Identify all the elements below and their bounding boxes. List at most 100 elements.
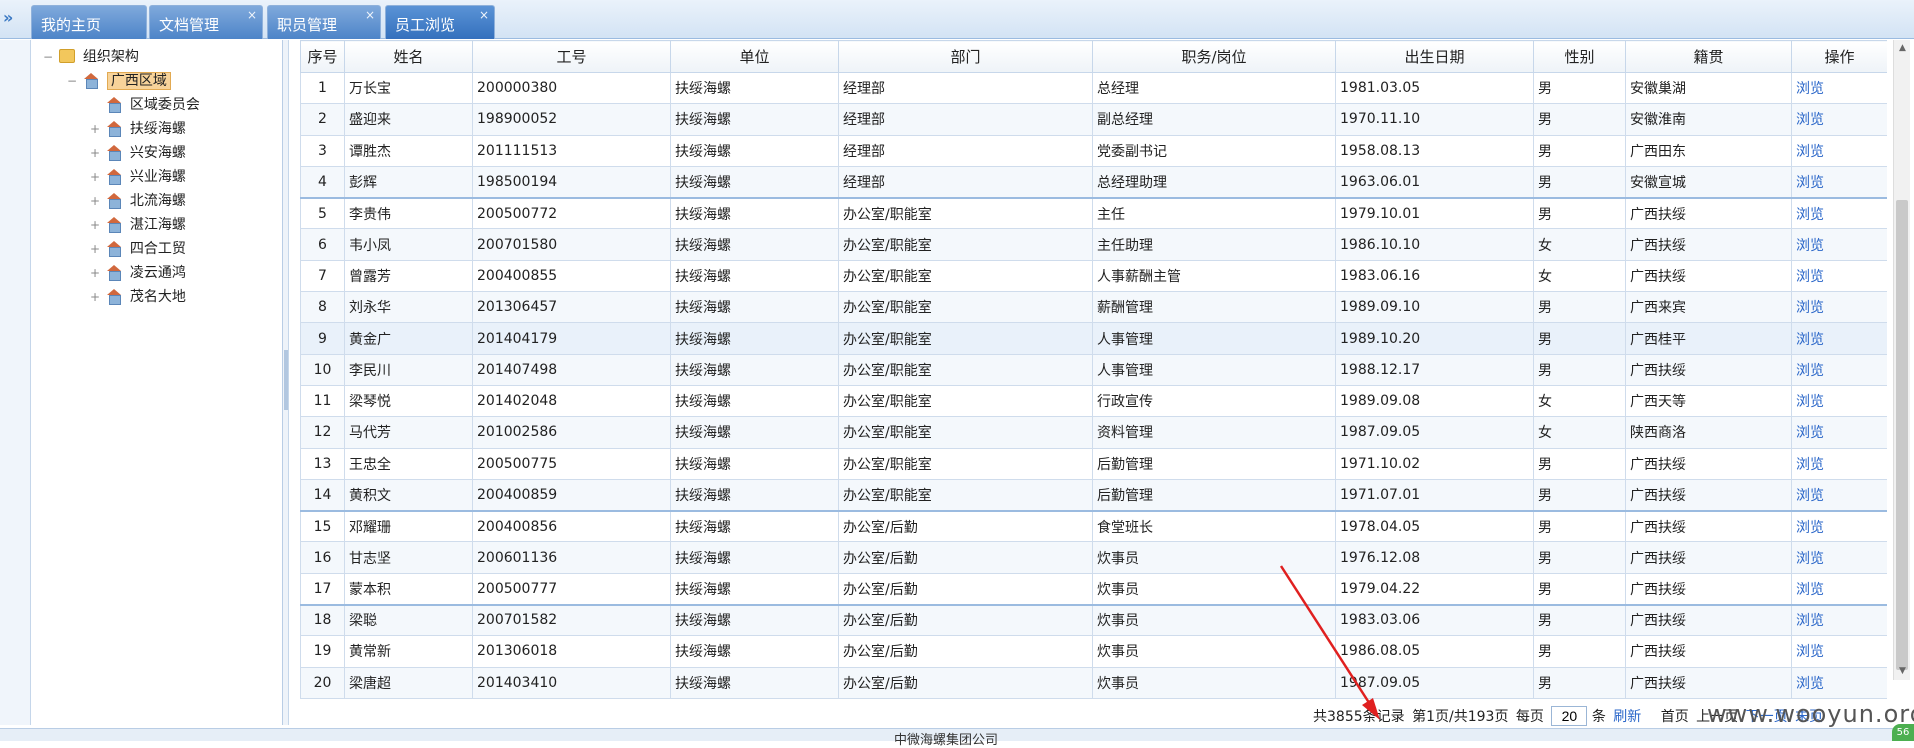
tab-home[interactable]: 我的主页 [31,5,147,39]
browse-link[interactable]: 浏览 [1796,238,1824,254]
browse-link[interactable]: 浏览 [1796,363,1824,379]
table-cell: 男 [1533,196,1626,230]
expand-icon[interactable]: + [88,286,102,308]
tree-node-company[interactable]: + 凌云通鸿 [88,262,186,284]
per-page-input[interactable] [1551,706,1588,726]
collapse-icon[interactable]: − [41,46,55,68]
browse-link[interactable]: 浏览 [1796,676,1824,692]
table-row[interactable]: 10 李民川 201407498 扶绥海螺 办公室/职能室 人事管理 1988.12.17 男… [300,353,1887,386]
table-row[interactable]: 7 曾露芳 200400855 扶绥海螺 办公室/职能室 人事薪酬主管 1983.06.16… [300,259,1887,293]
browse-link[interactable]: 浏览 [1796,112,1824,128]
expand-icon[interactable]: + [88,238,102,260]
tree-node-region[interactable]: − 广西区域 [65,70,171,92]
browse-link[interactable]: 浏览 [1796,332,1824,348]
column-header[interactable]: 单位 [670,40,839,73]
table-row[interactable]: 16 甘志坚 200601136 扶绥海螺 办公室/后勤 炊事员 1976.12.08 男广西… [300,541,1887,574]
close-icon[interactable]: × [247,8,257,22]
panel-splitter[interactable] [283,40,289,725]
table-cell: 17 [300,572,345,606]
expand-icon[interactable]: + [88,190,102,212]
column-header[interactable]: 工号 [472,40,671,73]
column-header[interactable]: 序号 [300,40,345,73]
close-icon[interactable]: × [365,8,375,22]
table-row[interactable]: 9 黄金广 201404179 扶绥海螺 办公室/职能室 人事管理 1989.10.20 男广… [300,322,1887,355]
table-row[interactable]: 12 马代芳 201002586 扶绥海螺 办公室/职能室 资料管理 1987.09.05 女… [300,416,1887,449]
table-row[interactable]: 11 梁琴悦 201402048 扶绥海螺 办公室/职能室 行政宣传 1989.09.08 女… [300,384,1887,418]
table-cell: 15 [300,509,345,543]
table-row[interactable]: 20 梁唐超 201403410 扶绥海螺 办公室/后勤 炊事员 1987.09.05 男广西… [300,666,1887,699]
browse-link[interactable]: 浏览 [1796,144,1824,160]
expand-icon[interactable]: + [88,214,102,236]
tree-node-company[interactable]: + 扶绥海螺 [88,118,186,140]
browse-link[interactable]: 浏览 [1796,644,1824,660]
tree-node-company[interactable]: + 北流海螺 [88,190,186,212]
column-header[interactable]: 职务/岗位 [1092,40,1336,73]
browse-link[interactable]: 浏览 [1796,613,1824,629]
browse-link[interactable]: 浏览 [1796,520,1824,536]
table-cell: 黄常新 [344,635,473,668]
tree-node-root[interactable]: − 组织架构 [41,46,139,68]
tree-node-company[interactable]: + 四合工贸 [88,238,186,260]
scroll-down-icon[interactable]: ▼ [1894,663,1911,680]
browse-link[interactable]: 浏览 [1796,488,1824,504]
scroll-thumb[interactable] [1896,200,1908,670]
collapse-icon[interactable]: − [65,70,79,92]
table-row[interactable]: 17 蒙本积 200500777 扶绥海螺 办公室/后勤 炊事员 1979.04.22 男广西… [300,572,1887,606]
browse-link[interactable]: 浏览 [1796,81,1824,97]
table-row[interactable]: 13 王忠全 200500775 扶绥海螺 办公室/职能室 后勤管理 1971.10.02 男… [300,447,1887,480]
browse-link[interactable]: 浏览 [1796,425,1824,441]
table-cell: 4 [300,165,345,199]
tree-node-company[interactable]: + 兴业海螺 [88,166,186,188]
refresh-link[interactable]: 刷新 [1613,709,1641,725]
browse-link[interactable]: 浏览 [1796,457,1824,473]
column-header[interactable]: 部门 [838,40,1093,73]
browse-link[interactable]: 浏览 [1796,300,1824,316]
tree-node-company[interactable]: + 茂名大地 [88,286,186,308]
table-row[interactable]: 4 彭辉 198500194 扶绥海螺 经理部 总经理助理 1963.06.01 男安徽宣城浏… [300,165,1887,199]
browse-link[interactable]: 浏览 [1796,269,1824,285]
first-page-link[interactable]: 首页 [1661,709,1689,725]
tree-node-company[interactable]: 区域委员会 [88,94,200,116]
splitter-grip[interactable] [284,350,288,410]
close-icon[interactable]: × [479,8,489,22]
browse-link[interactable]: 浏览 [1796,175,1824,191]
table-cell: 刘永华 [344,291,473,324]
table-row[interactable]: 19 黄常新 201306018 扶绥海螺 办公室/后勤 炊事员 1986.08.05 男广西… [300,635,1887,668]
table-row[interactable]: 8 刘永华 201306457 扶绥海螺 办公室/职能室 薪酬管理 1989.09.10 男广… [300,291,1887,324]
table-cell: 1983.06.16 [1335,259,1534,293]
expand-icon[interactable]: + [88,166,102,188]
table-row[interactable]: 18 梁聪 200701582 扶绥海螺 办公室/后勤 炊事员 1983.03.06 男广西扶… [300,603,1887,637]
browse-link[interactable]: 浏览 [1796,551,1824,567]
column-header[interactable]: 籍贯 [1625,40,1792,73]
table-cell: 1983.03.06 [1335,603,1534,637]
column-header[interactable]: 出生日期 [1335,40,1534,73]
browse-link[interactable]: 浏览 [1796,394,1824,410]
table-row[interactable]: 5 李贵伟 200500772 扶绥海螺 办公室/职能室 主任 1979.10.01 男广西扶… [300,196,1887,230]
tab-employee-browse[interactable]: 员工浏览 × [385,5,495,39]
browse-link[interactable]: 浏览 [1796,582,1824,598]
table-cell: 1987.09.05 [1335,666,1534,699]
tree-node-company[interactable]: + 湛江海螺 [88,214,186,236]
expand-icon[interactable]: + [88,142,102,164]
table-cell: 经理部 [838,134,1093,167]
tab-staff-management[interactable]: 职员管理 × [267,5,381,39]
table-row[interactable]: 2 盛迎来 198900052 扶绥海螺 经理部 副总经理 1970.11.10 男安徽淮南浏… [300,103,1887,136]
table-row[interactable]: 3 谭胜杰 201111513 扶绥海螺 经理部 党委副书记 1958.08.13 男广西田东… [300,134,1887,167]
column-header[interactable]: 操作 [1791,40,1887,73]
browse-link[interactable]: 浏览 [1796,207,1824,223]
expand-icon[interactable]: + [88,262,102,284]
tab-documents[interactable]: 文档管理 × [149,5,263,39]
tree-node-company[interactable]: + 兴安海螺 [88,142,186,164]
scroll-up-icon[interactable]: ▲ [1894,40,1911,57]
vertical-scrollbar[interactable]: ▲ ▼ [1893,40,1910,680]
table-row[interactable]: 6 韦小凤 200701580 扶绥海螺 办公室/职能室 主任助理 1986.10.10 女广… [300,228,1887,261]
column-header[interactable]: 性别 [1533,40,1626,73]
table-cell: 扶绥海螺 [670,353,839,386]
collapse-panel-icon[interactable]: » [3,8,23,28]
column-header[interactable]: 姓名 [344,40,473,73]
table-row[interactable]: 15 邓耀珊 200400856 扶绥海螺 办公室/后勤 食堂班长 1978.04.05 男广… [300,509,1887,543]
table-row[interactable]: 1 万长宝 200000380 扶绥海螺 经理部 总经理 1981.03.05 男安徽巢湖 浏览 [300,71,1887,105]
table-cell: 办公室/后勤 [838,635,1093,668]
expand-icon[interactable]: + [88,118,102,140]
table-row[interactable]: 14 黄积文 200400859 扶绥海螺 办公室/职能室 后勤管理 1971.07.01 男… [300,478,1887,512]
